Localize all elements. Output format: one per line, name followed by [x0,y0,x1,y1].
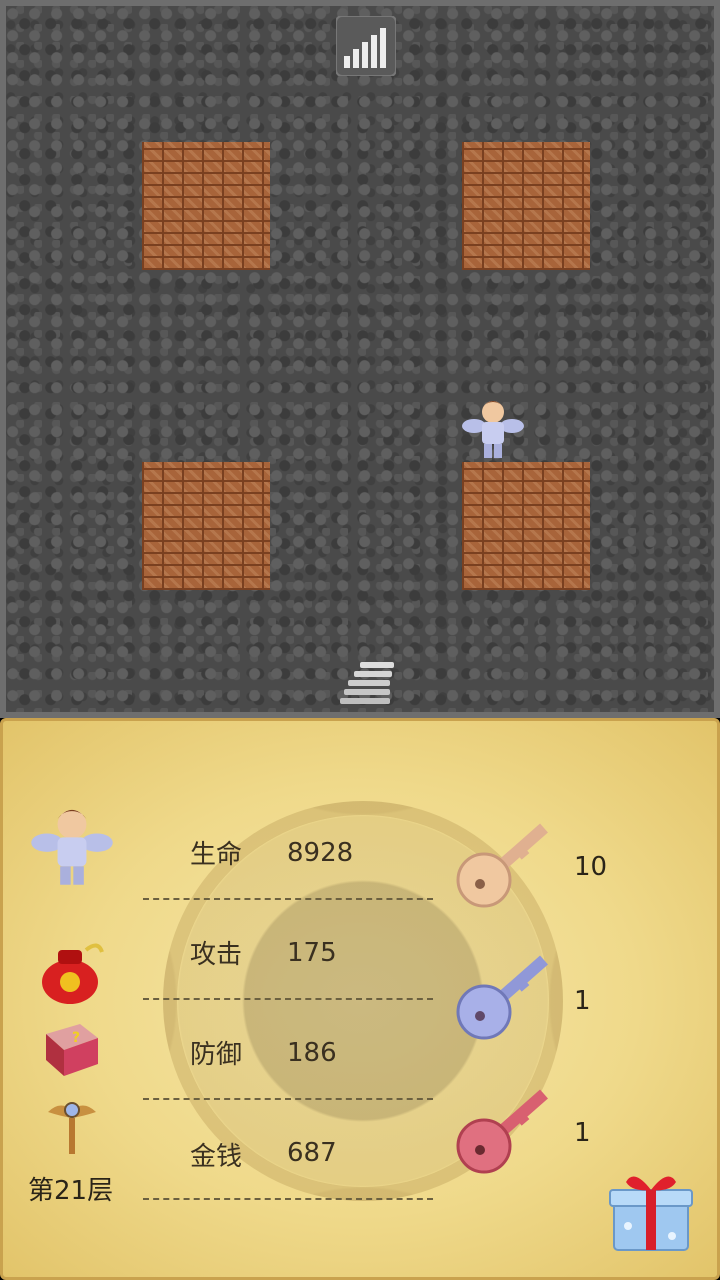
red-key-icon [456,1089,548,1174]
hp-label: 生命 [190,840,243,870]
hero-portrait-icon [31,809,113,885]
divider [143,1098,433,1100]
def-value: 186 [287,1038,337,1068]
atk-value: 175 [287,938,337,968]
hp-value: 8928 [287,838,354,868]
atk-label: 攻击 [190,940,243,970]
stairs-down-icon[interactable] [336,654,400,714]
gold-label: 金钱 [190,1142,243,1172]
brick-wall-tile [142,462,270,590]
lucky-bag-icon[interactable] [38,940,106,1006]
gold-value: 687 [287,1138,337,1168]
divider [143,898,433,900]
divider [143,998,433,1000]
def-label: 防御 [190,1040,243,1070]
red-key-count: 1 [574,1118,591,1148]
floor-indicator: 第21层 [28,1176,114,1206]
yellow-key-icon [456,823,548,908]
stairs-up-icon[interactable] [336,16,396,76]
divider [143,1198,433,1200]
brick-wall-tile [462,462,590,590]
blue-key-icon [456,955,548,1040]
brick-wall-tile [462,142,590,270]
gift-box-icon[interactable] [606,1164,696,1256]
brick-wall-tile [142,142,270,270]
hero-sprite[interactable] [458,392,528,462]
monster-book-icon[interactable]: ? [40,1020,102,1080]
blue-key-count: 1 [574,986,591,1016]
yellow-key-count: 10 [574,852,608,882]
svg-text:?: ? [72,1030,80,1046]
floor-fly-icon[interactable] [44,1096,100,1158]
game-map[interactable] [0,0,720,718]
